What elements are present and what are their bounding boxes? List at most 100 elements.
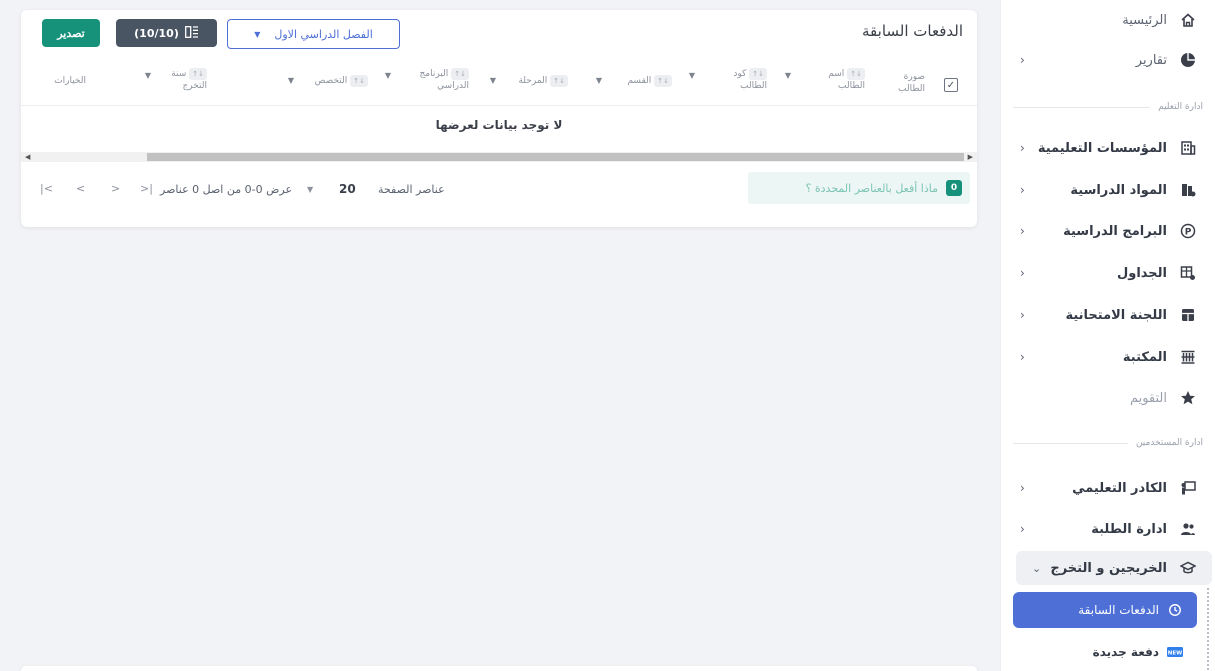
section-label-users: ادارة المستخدمين (1013, 438, 1203, 448)
filter-icon[interactable]: ▼ (145, 70, 151, 82)
table-settings-icon (1177, 262, 1199, 284)
sort-icon[interactable]: ↓↑ (189, 68, 207, 80)
table-header: ✓ صورة الطالب ↓↑اسم الطالب ▼ ↓↑كود الطالب… (21, 62, 977, 106)
chevron-left-icon: ‹ (1020, 183, 1025, 197)
chevron-left-icon: ‹ (1020, 522, 1025, 536)
sort-icon[interactable]: ↓↑ (350, 75, 368, 87)
range-summary: عرض 0-0 من اصل 0 عناصر (160, 183, 293, 196)
sidebar-item-label: الجداول (1116, 265, 1167, 281)
filter-icon[interactable]: ▼ (490, 75, 496, 87)
building-icon (1177, 137, 1199, 159)
svg-text:P: P (1185, 228, 1192, 238)
books-icon (1177, 179, 1199, 201)
scroll-left-icon[interactable]: ◀ (25, 152, 30, 162)
column-header-code[interactable]: ↓↑كود الطالب ▼ (689, 68, 767, 92)
columns-toggle-button[interactable]: (10/10) (116, 19, 217, 47)
scroll-right-icon[interactable]: ▶ (968, 152, 973, 162)
column-header-stage[interactable]: ↓↑المرحلة ▼ (490, 75, 568, 87)
sidebar-item-label: التقويم (1129, 390, 1167, 406)
chevron-left-icon: ‹ (1020, 266, 1025, 280)
sidebar-subitem-new-batch[interactable]: NEW دفعة جديدة (1013, 637, 1197, 667)
sidebar-item-schedules[interactable]: الجداول ‹ (1000, 256, 1215, 290)
sidebar-item-label: البرامج الدراسية (1063, 223, 1167, 239)
sidebar-item-label: الكادر التعليمي (1072, 480, 1167, 496)
column-header-name[interactable]: ↓↑اسم الطالب ▼ (785, 68, 865, 92)
sidebar-item-label: ادارة الطلبة (1091, 521, 1167, 537)
previous-page-button[interactable]: < (76, 182, 85, 195)
sidebar-item-label: المؤسسات التعليمية (1037, 140, 1167, 156)
term-select[interactable]: ▼ الفصل الدراسي الاول (227, 19, 400, 49)
pagination-bar: ماذا أفعل بالعناصر المحددة ؟ 0 عناصر الص… (21, 170, 977, 208)
filter-icon[interactable]: ▼ (385, 70, 391, 82)
sidebar-item-calendar[interactable]: التقويم (1000, 381, 1215, 415)
svg-text:NEW: NEW (1168, 651, 1182, 657)
column-header-options: الخيارات (54, 76, 86, 86)
sidebar-item-label: المكتبة (1122, 349, 1167, 365)
column-header-specialization[interactable]: ↓↑التخصص ▼ (288, 75, 368, 87)
sidebar-item-label: الرئيسية (1122, 12, 1167, 28)
page-size-caret-icon[interactable]: ▼ (307, 185, 313, 194)
export-button[interactable]: تصدير (42, 19, 100, 47)
sidebar-subitem-previous-batches[interactable]: الدفعات السابقة (1013, 592, 1197, 628)
select-all-checkbox[interactable]: ✓ (944, 78, 958, 92)
horizontal-scrollbar[interactable]: ◀ ▶ (21, 152, 977, 162)
column-header-photo[interactable]: صورة الطالب (898, 71, 925, 95)
pie-chart-icon (1177, 49, 1199, 71)
bulk-actions-button[interactable]: ماذا أفعل بالعناصر المحددة ؟ 0 (748, 172, 970, 204)
page-size-select[interactable]: 20 (339, 182, 356, 196)
program-icon: P (1177, 220, 1199, 242)
library-icon (1177, 346, 1199, 368)
sort-icon[interactable]: ↓↑ (847, 68, 865, 80)
clipboard-icon (1177, 304, 1199, 326)
sidebar-item-reports[interactable]: تقارير ‹ (1000, 43, 1215, 77)
first-page-button[interactable]: |< (40, 182, 53, 195)
sidebar-item-exam-committee[interactable]: اللجنة الامتحانية ‹ (1000, 298, 1215, 332)
filter-icon[interactable]: ▼ (689, 70, 695, 82)
chevron-left-icon: ‹ (1020, 481, 1025, 495)
column-header-program[interactable]: ↓↑البرنامج الدراسي ▼ (385, 68, 469, 92)
columns-icon (184, 25, 199, 41)
sort-icon[interactable]: ↓↑ (550, 75, 568, 87)
sidebar-item-label: الخريجين و التخرج (1050, 560, 1167, 576)
sidebar-item-graduates[interactable]: الخريجين و التخرج ⌄ (1016, 551, 1212, 585)
sidebar-item-subjects[interactable]: المواد الدراسية ‹ (1000, 173, 1215, 207)
sidebar: الرئيسية تقارير ‹ ادارة التعليم المؤسسات… (1000, 0, 1215, 671)
sidebar-item-label: الدفعات السابقة (1078, 603, 1159, 617)
sidebar-item-library[interactable]: المكتبة ‹ (1000, 340, 1215, 374)
chevron-down-icon: ⌄ (1032, 561, 1042, 575)
sidebar-item-home[interactable]: الرئيسية (1000, 3, 1215, 37)
sort-icon[interactable]: ↓↑ (749, 68, 767, 80)
chevron-left-icon: ‹ (1020, 53, 1025, 67)
sort-icon[interactable]: ↓↑ (451, 68, 469, 80)
chevron-left-icon: ‹ (1020, 350, 1025, 364)
history-icon (1167, 602, 1183, 618)
selected-count-badge: 0 (946, 180, 962, 196)
last-page-button[interactable]: >| (140, 182, 153, 195)
submenu-guide-line (1207, 588, 1209, 670)
next-page-button[interactable]: > (111, 182, 120, 195)
sidebar-item-programs[interactable]: P البرامج الدراسية ‹ (1000, 214, 1215, 248)
new-badge-icon: NEW (1167, 644, 1183, 660)
graduation-cap-icon (1177, 557, 1199, 579)
star-icon (1177, 387, 1199, 409)
scrollbar-thumb[interactable] (147, 153, 964, 161)
bulk-actions-label: ماذا أفعل بالعناصر المحددة ؟ (805, 181, 938, 195)
empty-state-message: لا توجد بيانات لعرضها (435, 118, 563, 132)
column-header-department[interactable]: ↓↑القسم ▼ (596, 75, 672, 87)
sidebar-item-teaching-staff[interactable]: الكادر التعليمي ‹ (1000, 471, 1215, 505)
filter-icon[interactable]: ▼ (596, 75, 602, 87)
sidebar-item-institutions[interactable]: المؤسسات التعليمية ‹ (1000, 131, 1215, 165)
chevron-left-icon: ‹ (1020, 308, 1025, 322)
page-size-label: عناصر الصفحة (378, 183, 445, 196)
teacher-board-icon (1177, 477, 1199, 499)
section-label-education: ادارة التعليم (1013, 102, 1203, 112)
home-icon (1177, 9, 1199, 31)
filter-icon[interactable]: ▼ (785, 70, 791, 82)
columns-count: (10/10) (134, 26, 179, 40)
chevron-left-icon: ‹ (1020, 224, 1025, 238)
sidebar-item-students-admin[interactable]: ادارة الطلبة ‹ (1000, 512, 1215, 546)
filter-icon[interactable]: ▼ (288, 75, 294, 87)
sort-icon[interactable]: ↓↑ (654, 75, 672, 87)
column-header-grad-year[interactable]: ↓↑سنة التخرج ▼ (145, 68, 207, 92)
caret-down-icon: ▼ (254, 29, 261, 39)
